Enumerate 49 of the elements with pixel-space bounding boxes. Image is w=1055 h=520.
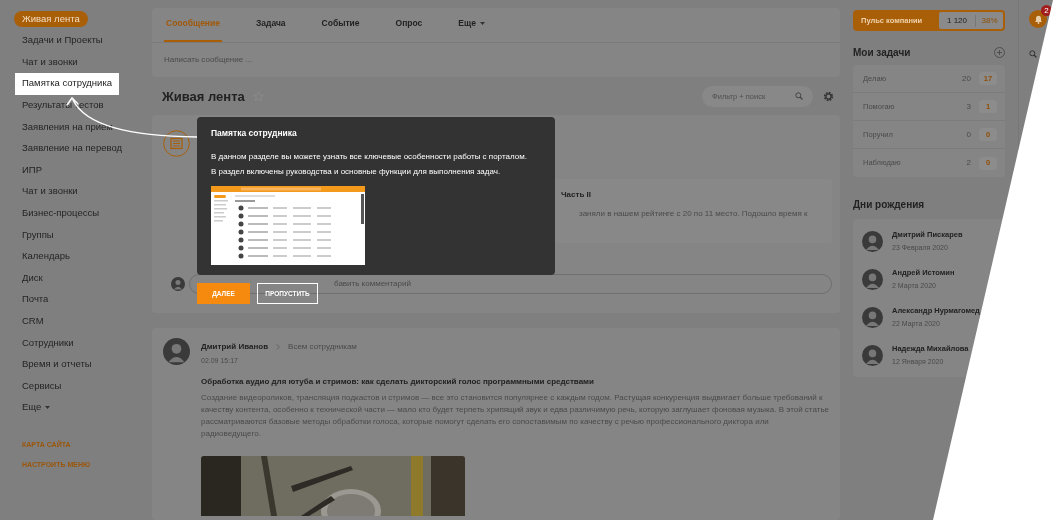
avatar	[862, 306, 883, 328]
avatar	[171, 277, 185, 292]
popup-text: В данном разделе вы можете узнать все ключевые особенности работы с порталом.	[211, 150, 527, 163]
sidebar-item[interactable]: Календарь	[22, 249, 70, 264]
sidebar-item[interactable]: Чат и звонки	[22, 54, 78, 70]
sidebar-item[interactable]: Живая лента	[14, 10, 88, 27]
sidebar-item[interactable]: Чат и звонки	[22, 184, 78, 199]
newspaper-icon	[163, 130, 190, 158]
avatar	[862, 230, 883, 252]
sidebar-item[interactable]: Заявления на прием	[22, 119, 113, 134]
author-link[interactable]: Дмитрий Иванов	[201, 340, 269, 353]
post-title: Обработка аудио для ютуба и стримов: как сделать дикторский голос программными средствами	[201, 376, 594, 389]
sidebar-item[interactable]: Задачи и Проекты	[22, 33, 103, 48]
section-title: Мои задачи	[853, 45, 911, 60]
avatar	[862, 344, 883, 366]
sidebar-item[interactable]: Заявление на перевод	[22, 141, 123, 156]
sidebar-item[interactable]: Еще	[22, 400, 51, 415]
composer-tab[interactable]: Задача	[253, 7, 288, 42]
avatar	[862, 268, 883, 290]
section-title: Дни рождения	[853, 198, 925, 212]
search-icon	[1029, 50, 1037, 58]
composer-tab[interactable]: Еще	[456, 7, 487, 42]
notifications-button[interactable]	[1029, 10, 1047, 28]
sidebar-item[interactable]: Группы	[22, 227, 54, 242]
popup-title: Памятка сотрудника	[211, 127, 297, 140]
sidebar-item[interactable]: Сервисы	[22, 378, 62, 393]
pulse-percent: 38%	[980, 14, 999, 27]
sidebar-item[interactable]: Диск	[22, 270, 43, 286]
sidebar-item[interactable]: ИПР	[22, 162, 42, 178]
page-title: Живая лента	[162, 87, 245, 106]
caret-icon	[45, 406, 51, 409]
avatar	[163, 337, 190, 365]
chevron-icon	[276, 343, 281, 350]
composer-tab[interactable]: Опрос	[393, 7, 425, 42]
sidebar-item[interactable]: Сотрудники	[22, 335, 74, 350]
sidebar-item[interactable]: Почта	[22, 292, 49, 307]
composer-tab[interactable]: Событие	[319, 7, 362, 42]
bell-icon	[1033, 14, 1043, 24]
add-icon	[994, 46, 1005, 58]
sidebar-item[interactable]: Памятка сотрудника	[15, 72, 120, 95]
settings-icon	[823, 90, 834, 102]
search-icon	[795, 92, 803, 101]
post-title: Часть II	[561, 189, 592, 202]
sidebar-item[interactable]: Время и отчеты	[22, 357, 92, 372]
popup-text: В раздел включены руководства и основные функции для выполнения задач.	[211, 165, 501, 178]
sidebar-item[interactable]: Бизнес-процессы	[22, 206, 99, 221]
sidebar-item[interactable]: CRM	[22, 314, 44, 329]
pulse-value: 1 120	[939, 14, 976, 27]
caret-icon	[479, 22, 485, 25]
